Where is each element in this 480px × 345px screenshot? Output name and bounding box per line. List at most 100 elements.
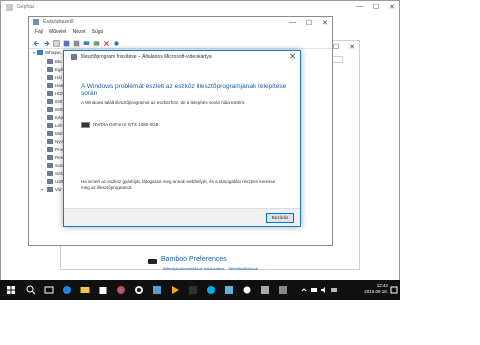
dialog-footer: Bezárás xyxy=(64,208,300,226)
dialog-message: A Windows talált illesztőprogramot az es… xyxy=(81,100,246,105)
tree-item[interactable]: › IEEE xyxy=(41,105,65,113)
terminal-icon[interactable] xyxy=(187,284,199,296)
bamboo-icon xyxy=(148,259,157,264)
clock[interactable]: 12:42 2016.09.18. xyxy=(364,283,388,295)
search-icon[interactable] xyxy=(25,284,37,296)
app-icon[interactable] xyxy=(133,284,145,296)
menu-view[interactable]: Nézet xyxy=(73,29,86,38)
properties-view-icon[interactable] xyxy=(53,39,60,47)
scan-icon[interactable] xyxy=(113,40,120,47)
tree-item[interactable]: › Mon xyxy=(41,129,65,137)
driver-dialog-task-icon[interactable] xyxy=(277,284,289,296)
file-explorer-icon[interactable] xyxy=(79,284,91,296)
menu-action[interactable]: Művelet xyxy=(49,29,67,38)
properties-icon[interactable] xyxy=(63,40,70,47)
chrome-icon[interactable] xyxy=(115,284,127,296)
device-category-icon xyxy=(47,162,53,168)
tree-item[interactable]: › Hál xyxy=(41,73,65,81)
media-player-icon[interactable] xyxy=(169,284,181,296)
settings-icon xyxy=(6,4,13,11)
monitor-icon[interactable] xyxy=(83,40,90,47)
tree-item[interactable]: › Han xyxy=(41,81,65,89)
device-category-icon xyxy=(47,58,53,64)
task-view-icon[interactable] xyxy=(43,284,55,296)
desktop: Gépház — ☐ ✕ — ☐ ✕ 🔍 Táblabillentyűk beá… xyxy=(0,0,400,300)
device-category-icon xyxy=(47,74,53,80)
dm-close-button[interactable]: ✕ xyxy=(322,19,328,27)
device-category-icon xyxy=(47,138,53,144)
taskbar: 12:42 2016.09.18. xyxy=(0,280,400,300)
keyboard-settings-link[interactable]: Billentyűzetbeállítások módosítása xyxy=(163,266,224,271)
tree-item[interactable]: › Nyo xyxy=(41,137,65,145)
windows-start-icon[interactable] xyxy=(5,284,17,296)
device-category-icon xyxy=(47,154,53,160)
menu-help[interactable]: Súgó xyxy=(92,29,104,38)
minimize-button[interactable]: — xyxy=(356,3,363,11)
device-category-icon xyxy=(47,82,53,88)
clock-date: 2016.09.18. xyxy=(364,289,388,294)
tree-item[interactable]: › Kép xyxy=(41,113,65,121)
tree-item[interactable]: › IDE xyxy=(41,97,65,105)
back-icon[interactable] xyxy=(33,40,40,47)
device-category-icon xyxy=(47,186,53,192)
dialog-heading: A Windows problémát észlelt az eszköz il… xyxy=(81,83,287,97)
tree-item[interactable]: › Proc xyxy=(41,145,65,153)
tree-item[interactable]: › Szá xyxy=(41,169,65,177)
dialog-close-button[interactable]: ✕ xyxy=(289,52,296,61)
tree-item[interactable]: ▾ Vid xyxy=(41,185,65,193)
action-center-icon[interactable] xyxy=(390,284,398,296)
driver-update-dialog: Illesztőprogram frissítése – Általános M… xyxy=(63,50,301,227)
computer-icon xyxy=(37,50,44,55)
tree-item[interactable]: › Egé xyxy=(41,65,65,73)
tree-item[interactable]: › Soro xyxy=(41,161,65,169)
device-manager-task-icon[interactable] xyxy=(259,284,271,296)
tree-item[interactable]: › USB xyxy=(41,177,65,185)
help-icon[interactable] xyxy=(73,40,80,47)
tree-item[interactable]: › Leh xyxy=(41,121,65,129)
network-icon[interactable] xyxy=(310,286,318,294)
device-name: NVIDIA GeForce GTX 1080 6GB xyxy=(93,122,159,127)
panel-maximize-button[interactable]: ☐ xyxy=(333,43,339,51)
toolbar xyxy=(29,38,332,49)
dm-maximize-button[interactable]: ☐ xyxy=(306,19,312,27)
tree-root[interactable]: ▾ Whispe... xyxy=(33,50,64,55)
panel-close-button[interactable]: ✕ xyxy=(349,43,355,51)
maximize-button[interactable]: ☐ xyxy=(373,3,379,11)
update-driver-icon[interactable] xyxy=(93,40,100,47)
tree-item[interactable]: › Ren xyxy=(41,153,65,161)
settings-title: Gépház xyxy=(17,4,35,10)
device-category-icon xyxy=(47,130,53,136)
bamboo-preferences-link[interactable]: Bamboo Preferences xyxy=(161,256,227,263)
device-category-icon xyxy=(47,114,53,120)
uninstall-icon[interactable] xyxy=(103,40,110,47)
device-category-icon xyxy=(47,178,53,184)
menu-file[interactable]: Fájl xyxy=(35,29,43,38)
device-category-icon xyxy=(47,122,53,128)
volume-icon[interactable] xyxy=(320,286,328,294)
tablet-settings-link[interactable]: Tabletbeállítások xyxy=(228,266,258,271)
device-category-icon xyxy=(47,170,53,176)
device-manager-title-bar: Eszközkezelő — ☐ ✕ xyxy=(29,17,332,28)
tree-item[interactable]: › HID xyxy=(41,89,65,97)
device-tree: › Blu › Egé › Hál › Han › HID › IDE › IEEE › Kép… xyxy=(41,57,65,193)
dialog-help-text: Ha ismeri az eszköz gyártóját, látogassa… xyxy=(81,179,276,190)
settings-app-icon[interactable] xyxy=(241,284,253,296)
input-language-icon[interactable] xyxy=(330,286,338,294)
skype-icon[interactable] xyxy=(205,284,217,296)
dialog-close-action-button[interactable]: Bezárás xyxy=(266,213,294,223)
notification-chevron-icon[interactable] xyxy=(300,286,308,294)
app-icon-2[interactable] xyxy=(151,284,163,296)
device-category-icon xyxy=(47,146,53,152)
edge-icon[interactable] xyxy=(61,284,73,296)
device-category-icon xyxy=(47,66,53,72)
paint-icon[interactable] xyxy=(223,284,235,296)
device-manager-icon xyxy=(33,19,39,25)
tree-item[interactable]: › Blu xyxy=(41,57,65,65)
dm-minimize-button[interactable]: — xyxy=(289,19,296,27)
dialog-title-bar: Illesztőprogram frissítése – Általános M… xyxy=(64,51,300,63)
device-category-icon xyxy=(47,106,53,112)
store-icon[interactable] xyxy=(97,284,109,296)
forward-icon[interactable] xyxy=(43,40,50,47)
close-button[interactable]: ✕ xyxy=(389,3,395,11)
device-manager-title: Eszközkezelő xyxy=(43,19,74,25)
